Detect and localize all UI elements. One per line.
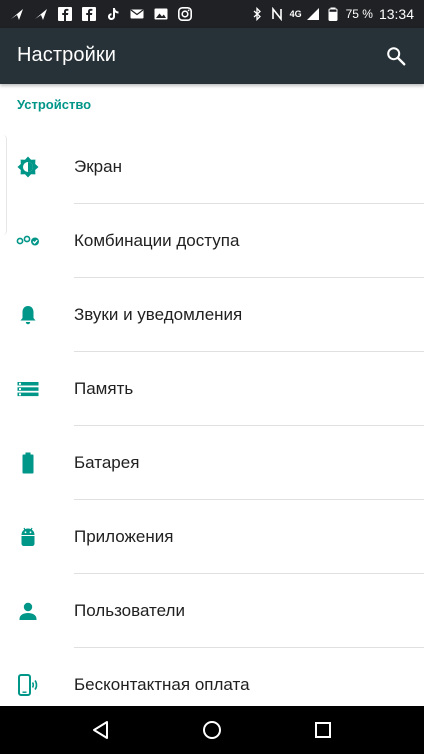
brightness-icon [16,155,40,179]
settings-list: Экран Комбинации доступа Звуки и уведомл… [0,130,424,722]
battery-icon [16,451,40,475]
navigation-bar [0,706,424,754]
battery-percent: 75 % [345,7,373,21]
system-icons: 4G 75 % 13:34 [250,5,414,23]
home-icon [203,721,221,739]
app-bar: Настройки [0,28,424,84]
back-button[interactable] [89,718,113,742]
settings-item-users[interactable]: Пользователи [0,574,424,648]
signal-icon [306,7,320,21]
nfc-icon [270,7,284,21]
gesture-icon [16,229,40,253]
android-icon [16,525,40,549]
send-icon [34,7,48,21]
mail-icon [130,7,144,21]
settings-item-label: Приложения [74,527,174,546]
bell-icon [16,303,40,327]
settings-item-label: Память [74,379,134,398]
facebook-icon [82,7,96,21]
settings-item-display[interactable]: Экран [0,130,424,204]
back-icon [93,721,108,739]
settings-item-label: Батарея [74,453,140,472]
settings-item-shortcuts[interactable]: Комбинации доступа [0,204,424,278]
tap-pay-icon [16,673,40,697]
clock: 13:34 [378,6,414,22]
settings-item-label: Экран [74,157,122,176]
settings-item-apps[interactable]: Приложения [0,500,424,574]
home-button[interactable] [200,718,224,742]
facebook-icon [58,7,72,21]
search-icon [387,47,406,66]
network-type: 4G [289,9,302,19]
status-bar: 4G 75 % 13:34 [0,0,424,28]
bluetooth-icon [250,7,264,21]
person-icon [16,599,40,623]
page-title: Настройки [17,44,116,66]
notification-icons [10,5,202,23]
settings-item-sounds[interactable]: Звуки и уведомления [0,278,424,352]
recents-button[interactable] [311,718,335,742]
image-icon [154,7,168,21]
send-icon [10,7,24,21]
battery-icon [326,7,340,21]
settings-item-label: Бесконтактная оплата [74,675,250,694]
settings-item-label: Звуки и уведомления [74,305,243,324]
section-header-device: Устройство [17,97,92,112]
recents-icon [315,722,331,738]
settings-item-label: Пользователи [74,601,185,620]
settings-item-battery[interactable]: Батарея [0,426,424,500]
tiktok-icon [106,7,120,21]
settings-item-label: Комбинации доступа [74,231,240,250]
settings-item-storage[interactable]: Память [0,352,424,426]
search-button[interactable] [382,42,410,70]
instagram-icon [178,7,192,21]
storage-icon [16,377,40,401]
